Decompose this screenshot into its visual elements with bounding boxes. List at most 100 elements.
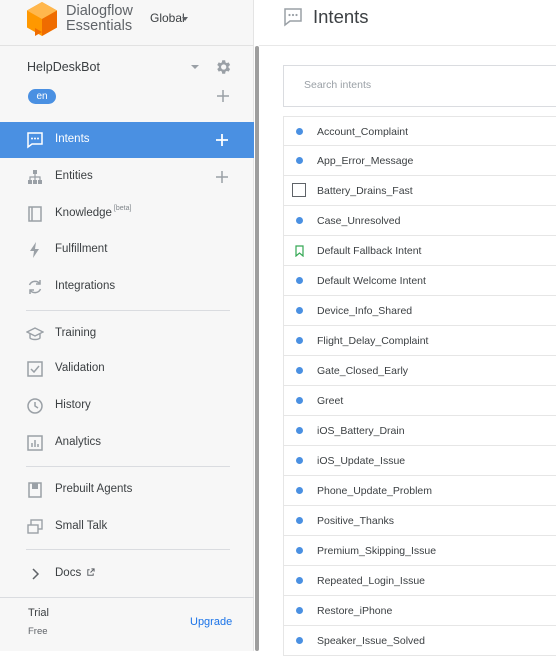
intent-name: App_Error_Message xyxy=(317,155,414,167)
intent-name: Gate_Closed_Early xyxy=(317,365,409,377)
priority-dot-icon xyxy=(296,217,303,224)
priority-dot-icon xyxy=(296,157,303,164)
list-item[interactable]: Default Welcome Intent xyxy=(283,266,556,296)
sidebar-item-label: History xyxy=(55,399,91,411)
sidebar-item-label: Prebuilt Agents xyxy=(55,483,133,495)
brand-edition: Essentials xyxy=(66,18,133,34)
list-item[interactable]: Phone_Update_Problem xyxy=(283,476,556,506)
list-item[interactable]: Default Fallback Intent xyxy=(283,236,556,266)
intent-name: Restore_iPhone xyxy=(317,605,393,617)
sidebar-item-label: Integrations xyxy=(55,280,116,292)
clock-icon xyxy=(27,398,43,414)
sidebar-item-label: Docs xyxy=(55,567,96,579)
sidebar-item-history[interactable]: History xyxy=(0,388,254,424)
add-intent-icon[interactable] xyxy=(215,133,229,147)
intent-name: Phone_Update_Problem xyxy=(317,485,432,497)
intent-list: Account_Complaint App_Error_Message Batter… xyxy=(283,116,556,656)
sidebar-item-label: Intents xyxy=(55,133,90,145)
fallback-bookmark-icon xyxy=(295,245,304,257)
list-item[interactable]: Battery_Drains_Fast xyxy=(283,176,556,206)
sidebar-item-analytics[interactable]: Analytics xyxy=(0,425,254,461)
intent-name: Battery_Drains_Fast xyxy=(317,185,413,197)
row-checkbox[interactable] xyxy=(292,183,306,197)
sidebar-scrollbar[interactable] xyxy=(255,46,259,651)
book-icon xyxy=(28,206,42,222)
sidebar-item-integrations[interactable]: Integrations xyxy=(0,269,254,305)
sidebar: Dialogflow Essentials Global HelpDeskBot… xyxy=(0,0,254,651)
checkbox-check-icon xyxy=(27,361,43,377)
sidebar-item-training[interactable]: Training xyxy=(0,316,254,352)
intent-name: iOS_Update_Issue xyxy=(317,455,406,467)
intent-name: Greet xyxy=(317,395,344,407)
list-item[interactable]: Premium_Skipping_Issue xyxy=(283,536,556,566)
sync-arrows-icon xyxy=(28,280,42,294)
add-entity-icon[interactable] xyxy=(215,170,229,184)
region-selector[interactable]: Global xyxy=(150,11,185,25)
sidebar-item-knowledge[interactable]: Knowledge [beta] xyxy=(0,196,254,232)
intent-name: Flight_Delay_Complaint xyxy=(317,335,429,347)
list-item[interactable]: Gate_Closed_Early xyxy=(283,356,556,386)
priority-dot-icon xyxy=(296,367,303,374)
sidebar-item-small-talk[interactable]: Small Talk xyxy=(0,509,254,545)
list-item[interactable]: iOS_Update_Issue xyxy=(283,446,556,476)
divider xyxy=(26,310,230,311)
logo-area: Dialogflow Essentials Global xyxy=(0,0,254,46)
agent-dropdown-icon[interactable] xyxy=(191,65,199,69)
conversation-icon xyxy=(27,519,43,534)
intent-name: Case_Unresolved xyxy=(317,215,401,227)
language-badge[interactable]: en xyxy=(28,89,56,104)
list-item[interactable]: Repeated_Login_Issue xyxy=(283,566,556,596)
sidebar-item-validation[interactable]: Validation xyxy=(0,351,254,387)
priority-dot-icon xyxy=(296,307,303,314)
list-item[interactable]: iOS_Battery_Drain xyxy=(283,416,556,446)
sidebar-item-label: Training xyxy=(55,327,97,339)
chat-bubble-icon xyxy=(27,132,43,149)
list-item[interactable]: Speaker_Issue_Solved xyxy=(283,626,556,656)
list-item[interactable]: Device_Info_Shared xyxy=(283,296,556,326)
intent-name: Account_Complaint xyxy=(317,126,409,138)
divider xyxy=(26,466,230,467)
priority-dot-icon xyxy=(296,517,303,524)
priority-dot-icon xyxy=(296,397,303,404)
priority-dot-icon xyxy=(296,337,303,344)
sidebar-item-intents[interactable]: Intents xyxy=(0,122,254,158)
list-item[interactable]: Positive_Thanks xyxy=(283,506,556,536)
search-input[interactable] xyxy=(302,78,556,92)
search-box xyxy=(283,65,556,107)
list-item[interactable]: Case_Unresolved xyxy=(283,206,556,236)
priority-dot-icon xyxy=(296,487,303,494)
prebuilt-agent-icon xyxy=(28,482,42,498)
list-item[interactable]: App_Error_Message xyxy=(283,146,556,176)
external-link-icon xyxy=(87,568,96,576)
sidebar-item-entities[interactable]: Entities xyxy=(0,159,254,195)
priority-dot-icon xyxy=(296,427,303,434)
add-language-icon[interactable] xyxy=(216,89,230,103)
intent-name: Default Fallback Intent xyxy=(317,245,422,257)
docs-label: Docs xyxy=(55,567,82,579)
hierarchy-icon xyxy=(28,170,42,184)
priority-dot-icon xyxy=(296,277,303,284)
list-item[interactable]: Account_Complaint xyxy=(283,116,556,146)
graduation-cap-icon xyxy=(26,327,44,341)
region-caret-icon[interactable] xyxy=(182,17,188,21)
list-item[interactable]: Flight_Delay_Complaint xyxy=(283,326,556,356)
sidebar-item-fulfillment[interactable]: Fulfillment xyxy=(0,232,254,268)
gear-icon[interactable] xyxy=(214,58,232,76)
list-item[interactable]: Restore_iPhone xyxy=(283,596,556,626)
sidebar-item-label: Small Talk xyxy=(55,520,108,532)
chevron-right-icon xyxy=(32,568,40,580)
dialogflow-logo-icon[interactable] xyxy=(26,1,58,37)
upgrade-link[interactable]: Upgrade xyxy=(190,616,232,628)
agent-name[interactable]: HelpDeskBot xyxy=(27,60,100,74)
list-item[interactable]: Greet xyxy=(283,386,556,416)
sidebar-item-docs[interactable]: Docs xyxy=(0,556,254,592)
intent-name: Positive_Thanks xyxy=(317,515,395,527)
intent-name: Default Welcome Intent xyxy=(317,275,426,287)
intent-name: iOS_Battery_Drain xyxy=(317,425,405,437)
priority-dot-icon xyxy=(296,128,303,135)
intent-name: Speaker_Issue_Solved xyxy=(317,635,425,647)
sidebar-item-label: Knowledge [beta] xyxy=(55,205,132,219)
sidebar-item-prebuilt-agents[interactable]: Prebuilt Agents xyxy=(0,472,254,508)
beta-badge: [beta] xyxy=(113,205,132,212)
chat-bubble-icon xyxy=(284,8,302,27)
